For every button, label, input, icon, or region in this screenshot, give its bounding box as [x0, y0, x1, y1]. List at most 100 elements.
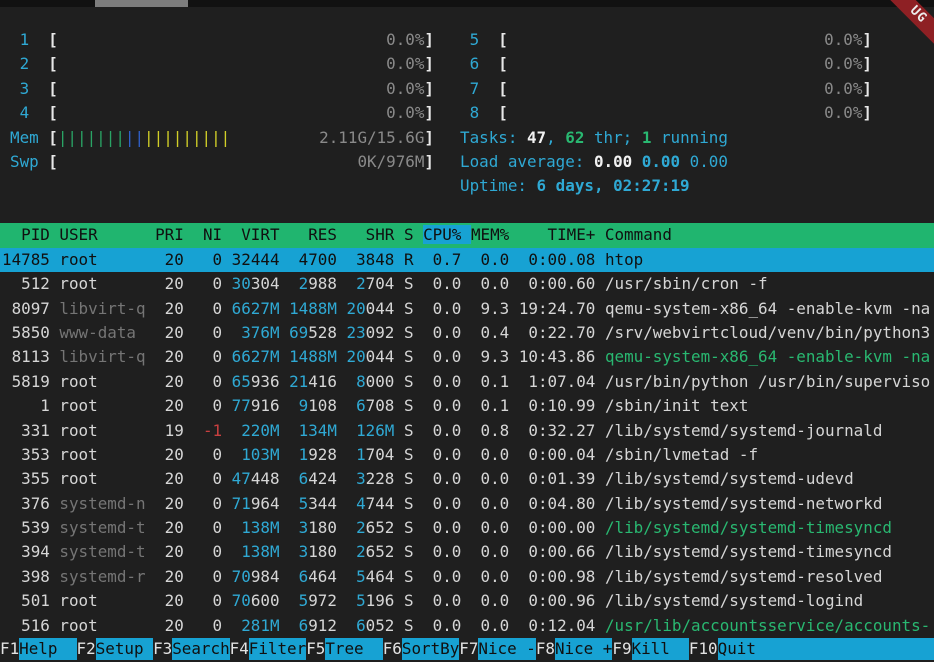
cell-ni: -1 — [193, 421, 222, 440]
process-row[interactable]: 5819 root 20 0 65936 21416 8000 S 0.0 0.… — [0, 370, 934, 394]
process-row[interactable]: 8097 libvirt-q 20 0 6627M 1488M 20044 S … — [0, 297, 934, 321]
process-row[interactable]: 398 systemd-r 20 0 70984 6464 5464 S 0.0… — [0, 565, 934, 589]
cell-virt: 6627M — [232, 299, 280, 318]
cell-command: /usr/sbin/cron -f — [605, 274, 768, 293]
cell-mem: 0.0 — [471, 616, 509, 635]
cell-pid: 516 — [2, 616, 50, 635]
fnkey-label: F5 — [306, 638, 325, 660]
cpu-meter-5: 5[0.0%] — [460, 28, 872, 52]
column-header-cpu[interactable]: CPU% — [423, 225, 471, 244]
column-header-pid[interactable]: PID — [2, 225, 50, 244]
uptime-label: Uptime: — [460, 176, 537, 195]
cell-virt: 304 — [251, 274, 280, 293]
fnkey-f4[interactable]: F4Filter — [230, 638, 307, 660]
fnkey-f6[interactable]: F6SortBy — [383, 638, 460, 660]
fnkey-f10[interactable]: F10Quit — [689, 638, 934, 660]
uptime-line: Uptime: 6 days, 02:27:19 — [460, 174, 872, 198]
fnkey-f8[interactable]: F8Nice + — [536, 638, 613, 660]
cell-ni: 0 — [193, 591, 222, 610]
threads-count: 62 — [565, 128, 584, 147]
cell-command: /lib/systemd/systemd-udevd — [605, 469, 854, 488]
column-header-mem[interactable]: MEM% — [471, 225, 509, 244]
cell-user: libvirt-q — [59, 299, 145, 318]
meter-close-bracket: ] — [424, 77, 434, 101]
cpu-meter-label: 6 — [460, 52, 498, 76]
column-header-user[interactable]: USER — [59, 225, 145, 244]
swap-meter: Swp[0K/976M] — [10, 150, 434, 174]
process-row[interactable]: 1 root 20 0 77916 9108 6708 S 0.0 0.1 0:… — [0, 394, 934, 418]
cell-ni: 0 — [193, 616, 222, 635]
fnkey-f2[interactable]: F2Setup — [77, 638, 154, 660]
cpu-meter-label: 5 — [460, 28, 498, 52]
process-row[interactable]: 5850 www-data 20 0 376M 69528 23092 S 0.… — [0, 321, 934, 345]
cell-user: root — [59, 396, 145, 415]
cell-pid: 539 — [2, 518, 50, 537]
meter-open-bracket: [ — [498, 77, 508, 101]
fnkey-f3[interactable]: F3Search — [153, 638, 230, 660]
meter-close-bracket: ] — [424, 126, 434, 150]
fnkey-f9[interactable]: F9Kill — [612, 638, 689, 660]
meter-open-bracket: [ — [48, 150, 58, 174]
process-row[interactable]: 516 root 20 0 281M 6912 6052 S 0.0 0.0 0… — [0, 614, 934, 638]
cell-shr: 2 — [347, 518, 366, 537]
process-row[interactable]: 501 root 20 0 70600 5972 5196 S 0.0 0.0 … — [0, 589, 934, 613]
cell-state: S — [404, 274, 414, 293]
fnkey-f1[interactable]: F1Help — [0, 638, 77, 660]
column-separator — [184, 225, 194, 244]
process-row[interactable]: 14785 root 20 0 32444 4700 3848 R 0.7 0.… — [0, 248, 934, 272]
cell-time: 0:12.04 — [519, 616, 596, 635]
cell-state: S — [404, 421, 414, 440]
cell-mem: 0.1 — [471, 372, 509, 391]
cell-time: 0:00.60 — [519, 274, 596, 293]
process-row[interactable]: 353 root 20 0 103M 1928 1704 S 0.0 0.0 0… — [0, 443, 934, 467]
meter-open-bracket: [ — [498, 101, 508, 125]
cell-command: qemu-system-x86_64 -enable-kvm -na — [605, 347, 930, 366]
process-row[interactable]: 394 systemd-t 20 0 138M 3180 2652 S 0.0 … — [0, 540, 934, 564]
cell-pri: 20 — [155, 445, 184, 464]
cpu-meters-left: 1[0.0%] 2[0.0%] 3[0.0%] 4[0.0%] — [10, 28, 434, 126]
meter-open-bracket: [ — [48, 77, 58, 101]
fnkey-f7[interactable]: F7Nice - — [459, 638, 536, 660]
cell-state: S — [404, 299, 414, 318]
column-header-ni[interactable]: NI — [193, 225, 222, 244]
process-row[interactable]: 539 systemd-t 20 0 138M 3180 2652 S 0.0 … — [0, 516, 934, 540]
tasks-separator: , — [546, 128, 565, 147]
cell-res: 1 — [289, 445, 308, 464]
column-header-virt[interactable]: VIRT — [232, 225, 280, 244]
column-header-pri[interactable]: PRI — [155, 225, 184, 244]
cell-res: 69 — [289, 323, 308, 342]
process-row[interactable]: 376 systemd-n 20 0 71964 5344 4744 S 0.0… — [0, 492, 934, 516]
process-row[interactable]: 355 root 20 0 47448 6424 3228 S 0.0 0.0 … — [0, 467, 934, 491]
running-label: running — [651, 128, 728, 147]
scrollbar-thumb[interactable] — [95, 0, 188, 7]
cell-cpu: 0.0 — [423, 518, 461, 537]
cell-user: libvirt-q — [59, 347, 145, 366]
cell-mem: 0.0 — [471, 567, 509, 586]
cell-pri: 20 — [155, 542, 184, 561]
memory-pipe-yellow: | — [202, 128, 212, 147]
cell-pid: 512 — [2, 274, 50, 293]
process-row[interactable]: 331 root 19 -1 220M 134M 126M S 0.0 0.8 … — [0, 419, 934, 443]
column-header-time[interactable]: TIME+ — [519, 225, 596, 244]
column-header-shr[interactable]: SHR — [347, 225, 395, 244]
cell-user: www-data — [59, 323, 145, 342]
meter-open-bracket: [ — [498, 28, 508, 52]
cell-mem: 0.0 — [471, 518, 509, 537]
column-header-res[interactable]: RES — [289, 225, 337, 244]
cell-user: root — [59, 591, 145, 610]
process-row[interactable]: 512 root 20 0 30304 2988 2704 S 0.0 0.0 … — [0, 272, 934, 296]
cell-ni: 0 — [193, 396, 222, 415]
cell-res: 424 — [308, 469, 337, 488]
fnkey-f5[interactable]: F5Tree — [306, 638, 383, 660]
cell-shr: 000 — [366, 372, 395, 391]
column-header-s[interactable]: S — [404, 225, 414, 244]
cell-virt: 138M — [232, 542, 280, 561]
process-row[interactable]: 8113 libvirt-q 20 0 6627M 1488M 20044 S … — [0, 345, 934, 369]
cpu-meter-6: 6[0.0%] — [460, 52, 872, 76]
cell-user: root — [59, 372, 145, 391]
cell-shr: 704 — [366, 445, 395, 464]
cell-command: /lib/systemd/systemd-journald — [605, 421, 882, 440]
column-header-command[interactable]: Command — [605, 225, 672, 244]
cell-shr: 5 — [347, 591, 366, 610]
cpu-meter-value: 0.0% — [386, 77, 424, 101]
